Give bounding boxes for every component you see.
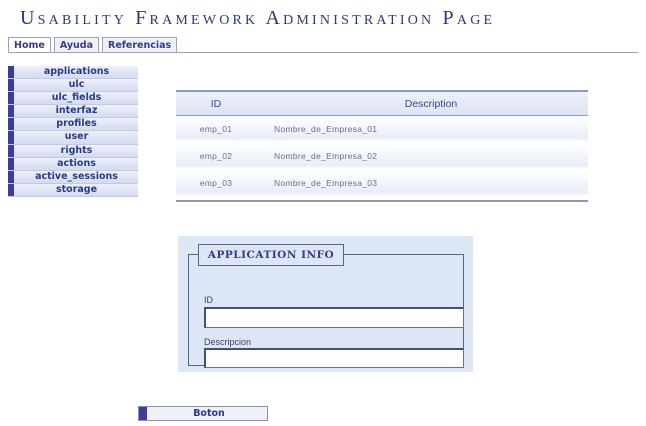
cell-description: Nombre_de_Empresa_03 xyxy=(274,178,378,188)
table-row[interactable]: emp_01 Nombre_de_Empresa_01 xyxy=(176,116,588,143)
id-label: ID xyxy=(204,295,213,305)
cell-id: emp_02 xyxy=(199,151,233,161)
sidebar-item-user[interactable]: user xyxy=(8,131,138,145)
column-header-description[interactable]: Description xyxy=(256,98,588,110)
sidebar-item-applications[interactable]: applications xyxy=(8,66,138,80)
sidebar-item-profiles[interactable]: profiles xyxy=(8,118,138,132)
application-info-legend: APPLICATION INFO xyxy=(198,244,344,266)
id-input[interactable] xyxy=(204,307,464,328)
descripcion-input[interactable] xyxy=(204,348,464,368)
sidebar-item-actions[interactable]: actions xyxy=(8,157,138,171)
sidebar-item-ulc[interactable]: ulc xyxy=(8,79,138,93)
grid-header: ID Description xyxy=(176,90,588,116)
cell-description: Nombre_de_Empresa_01 xyxy=(274,124,378,134)
sidebar-item-ulc-fields[interactable]: ulc_fields xyxy=(8,92,138,106)
application-info-panel: ID Descripcion APPLICATION INFO xyxy=(178,236,473,372)
tab-bar: Home Ayuda Referencias xyxy=(8,37,180,53)
column-header-id[interactable]: ID xyxy=(176,98,256,110)
tab-home[interactable]: Home xyxy=(8,37,51,53)
cell-id: emp_01 xyxy=(199,124,233,134)
tab-ayuda[interactable]: Ayuda xyxy=(53,37,100,53)
tab-referencias[interactable]: Referencias xyxy=(102,37,178,53)
cell-description: Nombre_de_Empresa_02 xyxy=(274,151,378,161)
tab-divider xyxy=(8,52,638,53)
page-title: Usability Framework Administration Page xyxy=(20,7,496,29)
sidebar-item-interfaz[interactable]: interfaz xyxy=(8,105,138,119)
boton-button[interactable]: Boton xyxy=(138,406,268,421)
grid-footer-rule xyxy=(176,200,588,202)
cell-id: emp_03 xyxy=(199,178,233,188)
descripcion-label: Descripcion xyxy=(204,337,252,347)
sidebar-item-rights[interactable]: rights xyxy=(8,144,138,158)
sidebar-menu: applications ulc ulc_fields interfaz pro… xyxy=(8,66,138,197)
table-row[interactable]: emp_03 Nombre_de_Empresa_03 xyxy=(176,170,588,197)
sidebar-item-active-sessions[interactable]: active_sessions xyxy=(8,170,138,184)
application-info-fieldset: ID Descripcion xyxy=(188,254,464,368)
table-row[interactable]: emp_02 Nombre_de_Empresa_02 xyxy=(176,143,588,170)
data-grid: ID Description emp_01 Nombre_de_Empresa_… xyxy=(176,90,588,202)
sidebar-item-storage[interactable]: storage xyxy=(8,183,138,197)
